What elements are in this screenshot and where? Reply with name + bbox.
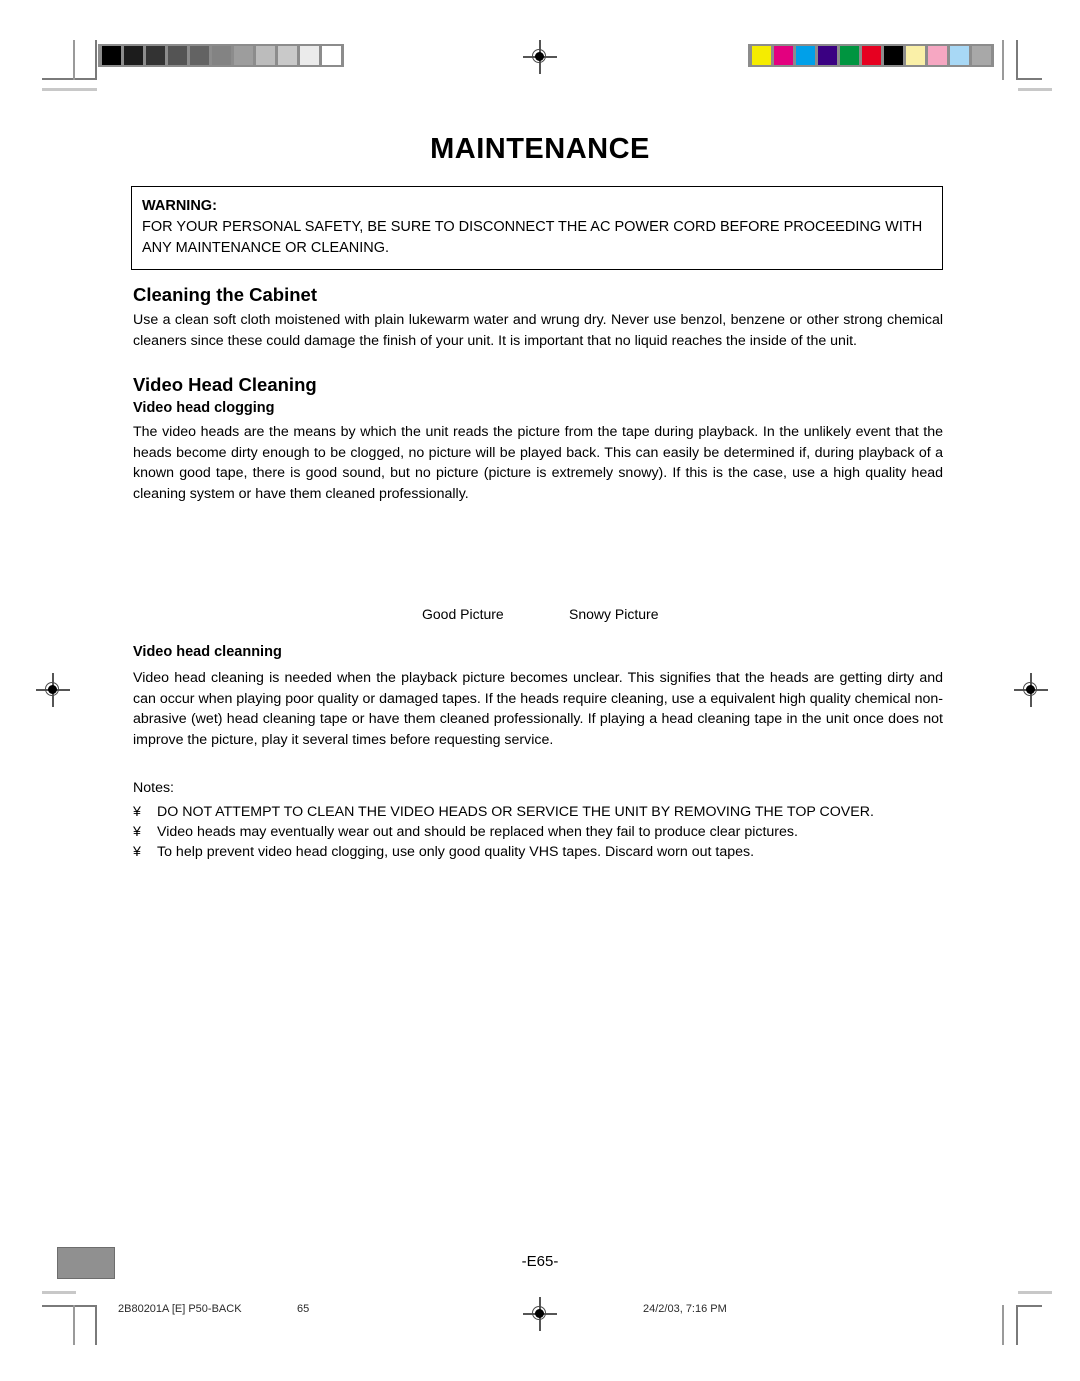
grayscale-swatch-1 <box>123 46 143 65</box>
color-calibration-strip <box>748 44 994 67</box>
notes-label: Notes: <box>133 780 175 796</box>
color-swatch-2 <box>795 46 815 65</box>
section-heading-video-head-cleaning: Video Head Cleaning <box>133 374 317 395</box>
grayscale-swatch-10 <box>321 46 341 65</box>
section-heading-cleaning-cabinet: Cleaning the Cabinet <box>133 284 317 305</box>
registration-mark-right-center <box>1014 673 1048 707</box>
color-swatch-8 <box>927 46 947 65</box>
document-page: MAINTENANCE WARNING: FOR YOUR PERSONAL S… <box>0 0 1080 1381</box>
paragraph-cleaning-cabinet: Use a clean soft cloth moistened with pl… <box>133 312 943 349</box>
grayscale-swatch-2 <box>145 46 165 65</box>
grayscale-swatch-4 <box>189 46 209 65</box>
figure-snowy-picture <box>560 500 690 595</box>
caption-snowy-picture: Snowy Picture <box>569 606 659 622</box>
footer-job-id: 2B80201A [E] P50-BACK <box>118 1303 242 1315</box>
grayscale-swatch-8 <box>277 46 297 65</box>
grayscale-swatch-5 <box>211 46 231 65</box>
note-text: Video heads may eventually wear out and … <box>157 824 798 841</box>
color-swatch-3 <box>817 46 837 65</box>
notes-list: ¥ DO NOT ATTEMPT TO CLEAN THE VIDEO HEADS… <box>133 805 943 866</box>
paragraph-video-head-cleanning: Video head cleaning is needed when the p… <box>133 670 943 749</box>
note-bullet-icon: ¥ <box>133 824 141 841</box>
page-marker: -E65- <box>521 1253 559 1270</box>
note-item: ¥ To help prevent video head clogging, us… <box>133 845 943 859</box>
figure-good-picture <box>400 500 530 595</box>
note-text: DO NOT ATTEMPT TO CLEAN THE VIDEO HEADS … <box>157 804 874 820</box>
page-title: MAINTENANCE <box>430 133 650 165</box>
color-swatch-0 <box>751 46 771 65</box>
warning-body: FOR YOUR PERSONAL SAFETY, BE SURE TO DIS… <box>142 219 923 256</box>
grayscale-swatch-9 <box>299 46 319 65</box>
grayscale-swatch-0 <box>101 46 121 65</box>
note-item: ¥ Video heads may eventually wear out and… <box>133 825 943 839</box>
note-bullet-icon: ¥ <box>133 844 141 861</box>
grayscale-swatch-3 <box>167 46 187 65</box>
color-swatch-4 <box>839 46 859 65</box>
registration-mark-top-center <box>523 40 557 74</box>
grayscale-calibration-strip <box>98 44 344 67</box>
caption-good-picture: Good Picture <box>422 606 504 622</box>
grayscale-swatch-7 <box>255 46 275 65</box>
registration-mark-left-center <box>36 673 70 707</box>
color-swatch-5 <box>861 46 881 65</box>
note-item: ¥ DO NOT ATTEMPT TO CLEAN THE VIDEO HEADS… <box>133 805 943 819</box>
footer-timestamp: 24/2/03, 7:16 PM <box>643 1303 727 1315</box>
color-swatch-1 <box>773 46 793 65</box>
registration-mark-bottom-center <box>523 1297 557 1331</box>
color-swatch-7 <box>905 46 925 65</box>
warning-label: WARNING: <box>142 198 217 214</box>
warning-box: WARNING: FOR YOUR PERSONAL SAFETY, BE SU… <box>131 186 943 271</box>
note-text: To help prevent video head clogging, use… <box>157 844 755 861</box>
color-swatch-9 <box>949 46 969 65</box>
grayscale-swatch-6 <box>233 46 253 65</box>
subheading-video-head-clogging: Video head clogging <box>133 400 275 416</box>
paragraph-video-head-clogging: The video heads are the means by which t… <box>133 424 943 503</box>
note-bullet-icon: ¥ <box>133 804 141 820</box>
color-swatch-10 <box>971 46 991 65</box>
color-swatch-6 <box>883 46 903 65</box>
footer-page-number: 65 <box>297 1303 310 1315</box>
subheading-video-head-cleanning: Video head cleanning <box>133 644 282 660</box>
